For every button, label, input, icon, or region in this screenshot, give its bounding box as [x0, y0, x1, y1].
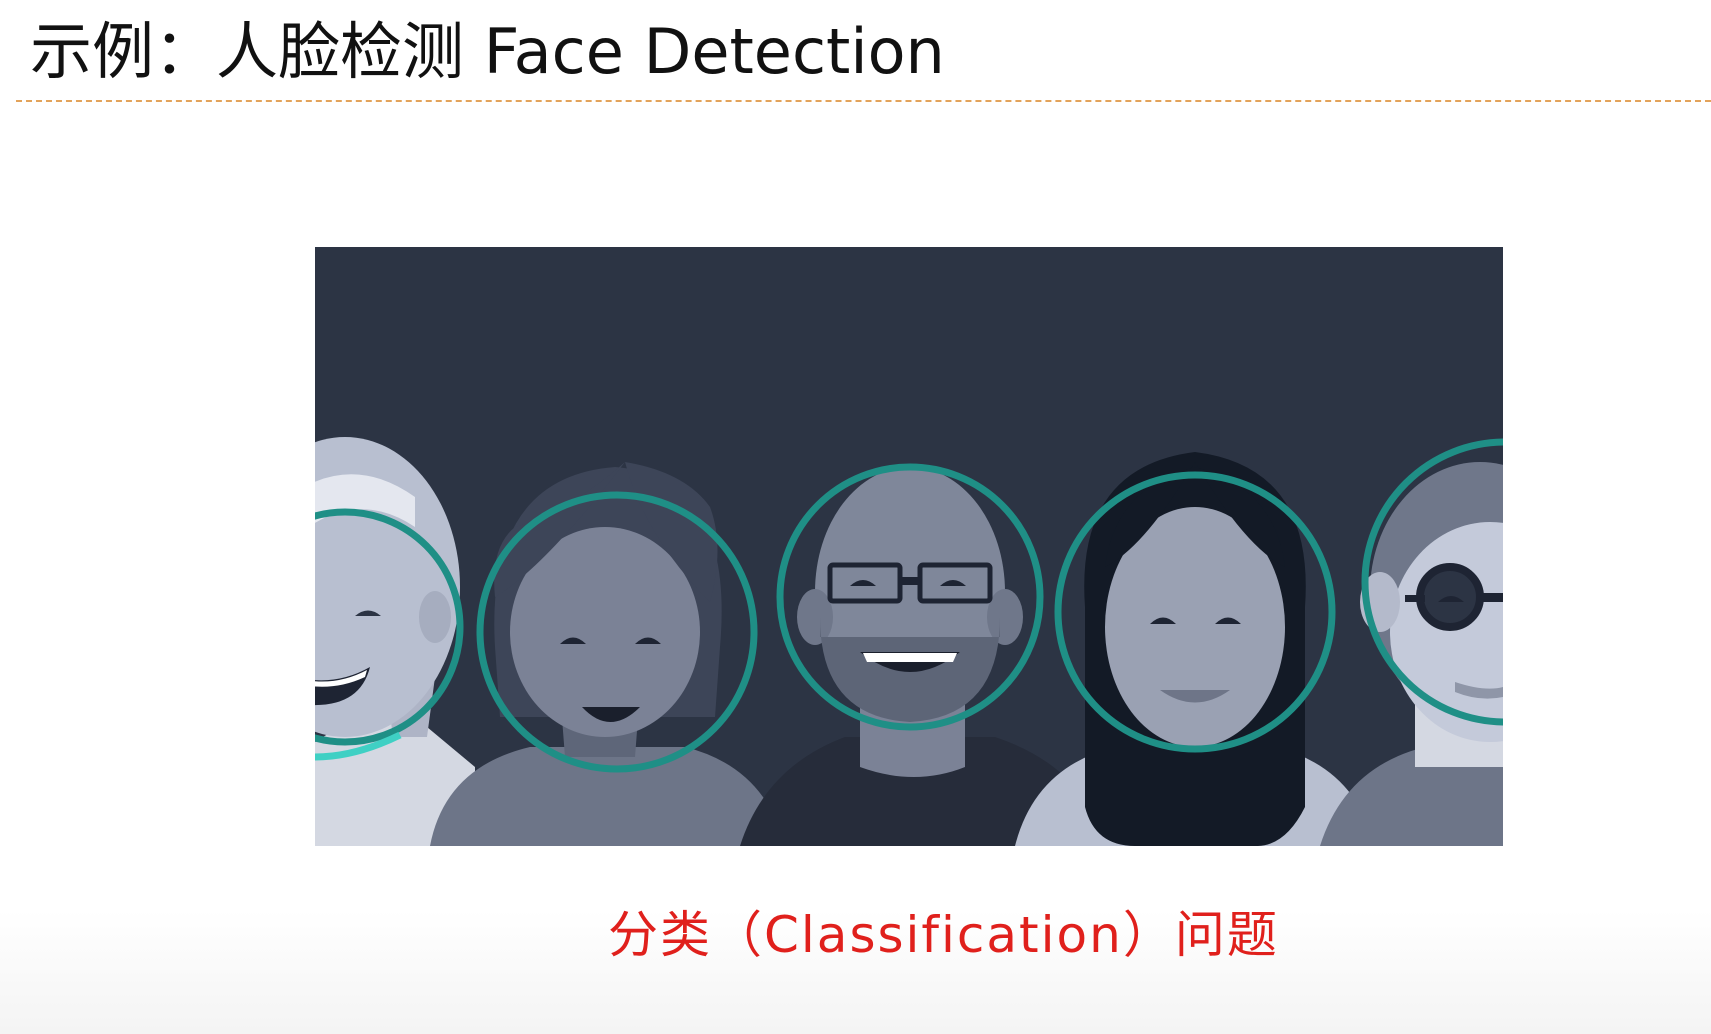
- slide: 示例：人脸检测 Face Detection 分类（Classification…: [0, 0, 1711, 1034]
- slide-title: 示例：人脸检测 Face Detection: [30, 15, 945, 88]
- slide-caption: 分类（Classification）问题: [608, 906, 1279, 964]
- face-detection-illustration: [315, 247, 1503, 846]
- title-divider: [16, 100, 1711, 102]
